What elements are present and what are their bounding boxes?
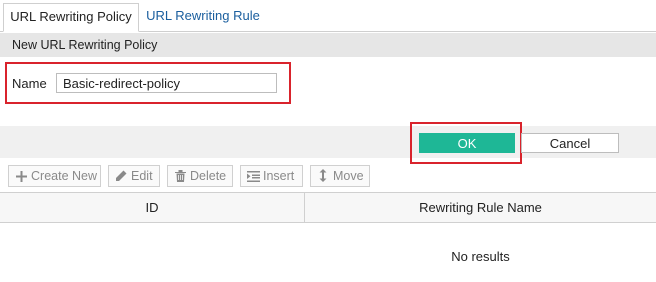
toolbar: Create New Edit Delete Insert Move [0, 162, 656, 192]
trash-icon [173, 166, 187, 186]
empty-table-message: No results [451, 249, 510, 264]
tab-url-rewriting-policy[interactable]: URL Rewriting Policy [3, 3, 139, 32]
column-header-id[interactable]: ID [0, 193, 305, 222]
name-label: Name [12, 76, 47, 91]
rules-table: ID Rewriting Rule Name No results [0, 192, 656, 282]
pencil-icon [114, 166, 128, 186]
create-new-label: Create New [31, 169, 97, 183]
move-button[interactable]: Move [310, 165, 370, 187]
delete-button[interactable]: Delete [167, 165, 233, 187]
tab-url-rewriting-rule[interactable]: URL Rewriting Rule [140, 3, 266, 32]
tab-bar: URL Rewriting Policy URL Rewriting Rule [0, 0, 656, 32]
insert-button[interactable]: Insert [240, 165, 303, 187]
table-header: ID Rewriting Rule Name [0, 193, 656, 223]
insert-label: Insert [263, 169, 295, 183]
ok-button[interactable]: OK [419, 133, 515, 153]
plus-icon [14, 166, 28, 186]
delete-label: Delete [190, 169, 227, 183]
edit-button[interactable]: Edit [108, 165, 160, 187]
create-new-button[interactable]: Create New [8, 165, 101, 187]
insert-icon [246, 166, 260, 186]
move-arrows-icon [316, 166, 330, 186]
cancel-button[interactable]: Cancel [521, 133, 619, 153]
form-header: New URL Rewriting Policy [0, 33, 656, 57]
column-header-rewriting-rule-name[interactable]: Rewriting Rule Name [305, 193, 656, 222]
edit-label: Edit [131, 169, 153, 183]
name-input[interactable] [56, 73, 277, 93]
move-label: Move [333, 169, 364, 183]
